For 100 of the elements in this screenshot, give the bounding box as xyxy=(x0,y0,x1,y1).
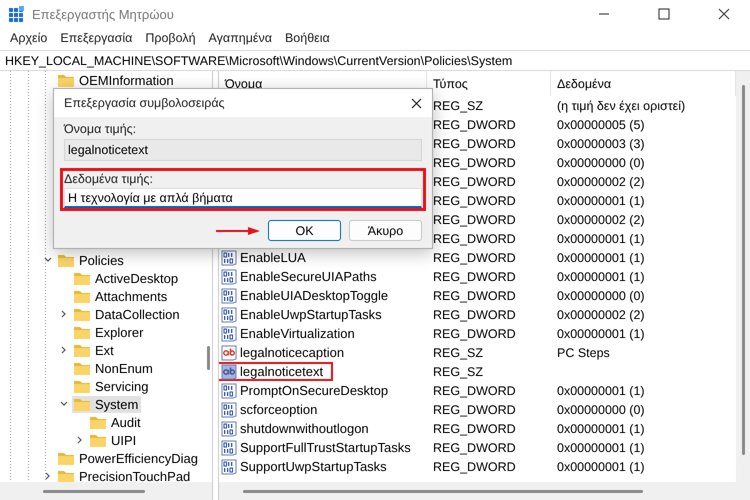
folder-icon xyxy=(58,74,74,86)
table-cell-text: 0x00000002 (2) xyxy=(556,212,646,226)
table-cell-text: REG_DWORD xyxy=(432,384,517,398)
folder-icon xyxy=(58,452,74,464)
folder-icon xyxy=(74,344,90,356)
table-cell-text: 0x00000001 (1) xyxy=(556,440,646,454)
tree-item[interactable]: System xyxy=(72,396,142,412)
chevron-down-icon[interactable] xyxy=(60,400,68,408)
tree-item[interactable]: UIPI xyxy=(88,432,140,448)
menu-item[interactable]: Προβολή xyxy=(139,31,202,45)
chevron-down-icon[interactable] xyxy=(44,256,52,264)
tree-item[interactable]: Policies xyxy=(56,252,127,268)
window-title: Επεξεργαστής Μητρώου xyxy=(32,6,175,22)
table-cell-text: 0x00000001 (1) xyxy=(556,460,646,474)
folder-icon xyxy=(74,398,90,410)
tree-item[interactable]: NonEnum xyxy=(72,360,156,376)
table-cell-text: REG_DWORD xyxy=(432,460,517,474)
menu-item[interactable]: Αρχείο xyxy=(4,31,54,45)
tree-item[interactable]: DataCollection xyxy=(72,306,183,322)
table-cell-text: REG_SZ xyxy=(432,364,484,378)
binary-value-icon xyxy=(221,268,237,284)
table-cell-text: 0x00000000 (0) xyxy=(556,288,646,302)
dialog-button[interactable]: Άκυρο xyxy=(349,220,422,241)
folder-icon xyxy=(74,380,90,392)
scrollbar-thumb[interactable] xyxy=(43,490,145,492)
tree-item[interactable]: ActiveDesktop xyxy=(72,270,182,286)
table-cell-text: REG_DWORD xyxy=(432,136,517,150)
field-label: Όνομα τιμής: xyxy=(64,122,138,136)
tree-item[interactable]: Attachments xyxy=(72,288,170,304)
table-cell[interactable]: scforceoption xyxy=(219,400,328,419)
folder-icon xyxy=(74,272,90,284)
address-bar[interactable]: HKEY_LOCAL_MACHINE\SOFTWARE\Microsoft\Windows\CurrentVersion\Policies\System xyxy=(0,50,750,71)
chevron-right-icon[interactable] xyxy=(60,310,68,318)
chevron-right-icon[interactable] xyxy=(44,472,52,480)
table-cell[interactable]: SupportUwpStartupTasks xyxy=(219,457,397,476)
table-cell-text: 0x00000001 (1) xyxy=(556,270,646,284)
table-cell[interactable]: EnableLUA xyxy=(219,248,316,267)
tree-item[interactable]: PrecisionTouchPad xyxy=(56,468,194,482)
scrollbar-thumb[interactable] xyxy=(243,490,643,492)
table-cell-text: REG_DWORD xyxy=(432,174,517,188)
table-cell-text: 0x00000001 (1) xyxy=(556,422,646,436)
binary-value-icon xyxy=(221,250,237,266)
folder-icon xyxy=(90,416,106,428)
table-cell[interactable]: shutdownwithoutlogon xyxy=(219,419,379,438)
value-data-field[interactable]: Η τεχνολογία με απλά βήματα xyxy=(64,188,422,208)
scrollbar-thumb[interactable] xyxy=(742,85,744,455)
table-cell[interactable]: PromptOnSecureDesktop xyxy=(219,381,398,400)
table-cell[interactable]: EnableVirtualization xyxy=(219,324,365,343)
tree-item[interactable]: Servicing xyxy=(72,378,152,394)
table-cell[interactable]: SupportFullTrustStartupTasks xyxy=(219,438,421,457)
folder-icon xyxy=(74,308,90,320)
string-value-icon xyxy=(221,364,237,380)
table-cell-text: REG_DWORD xyxy=(432,402,517,416)
field-label: Δεδομένα τιμής: xyxy=(64,172,154,186)
table-cell-text: REG_DWORD xyxy=(432,326,517,340)
table-cell-text: REG_DWORD xyxy=(432,212,517,226)
tree-item[interactable]: Ext xyxy=(72,342,117,358)
table-cell-text: REG_DWORD xyxy=(432,194,517,208)
table-cell-text: PC Steps xyxy=(556,346,611,360)
folder-icon xyxy=(74,326,90,338)
chevron-right-icon[interactable] xyxy=(60,346,68,354)
tree-item[interactable]: PowerEfficiencyDiag xyxy=(56,450,201,466)
table-cell[interactable]: legalnoticetext xyxy=(219,362,334,381)
binary-value-icon xyxy=(221,440,237,456)
string-value-icon xyxy=(221,344,237,360)
maximize-icon[interactable] xyxy=(658,8,670,20)
binary-value-icon xyxy=(221,458,237,474)
tree-item[interactable]: Explorer xyxy=(72,324,146,340)
table-cell-text: (η τιμή δεν έχει οριστεί) xyxy=(556,98,686,112)
table-cell[interactable]: EnableUwpStartupTasks xyxy=(219,305,392,324)
table-cell-text: REG_SZ xyxy=(432,346,484,360)
table-cell-text: REG_DWORD xyxy=(432,308,517,322)
folder-icon xyxy=(74,362,90,374)
scrollbar-thumb[interactable] xyxy=(206,346,210,370)
tree-item[interactable]: Audit xyxy=(88,414,144,430)
table-cell-text: 0x00000001 (1) xyxy=(556,384,646,398)
table-cell-text: REG_SZ xyxy=(432,98,484,112)
folder-icon xyxy=(58,470,74,482)
table-cell-text: 0x00000002 (2) xyxy=(556,174,646,188)
binary-value-icon xyxy=(221,420,237,436)
dialog-button[interactable]: OK xyxy=(268,220,341,241)
tree-item[interactable]: OEMInformation xyxy=(56,72,177,88)
table-cell-text: 0x00000002 (2) xyxy=(556,308,646,322)
menu-item[interactable]: Επεξεργασία xyxy=(54,31,138,45)
chevron-right-icon[interactable] xyxy=(76,436,84,444)
menu-item[interactable]: Αγαπημένα xyxy=(202,31,278,45)
menu-item[interactable]: Βοήθεια xyxy=(278,31,336,45)
close-icon[interactable] xyxy=(411,98,422,108)
table-cell-text: REG_DWORD xyxy=(432,270,517,284)
table-cell-text: 0x00000001 (1) xyxy=(556,194,646,208)
close-icon[interactable] xyxy=(718,8,730,20)
table-cell-text: REG_DWORD xyxy=(432,422,517,436)
table-cell-text: REG_DWORD xyxy=(432,156,517,170)
folder-icon xyxy=(90,434,106,446)
value-name-field[interactable]: legalnoticetext xyxy=(64,139,422,161)
dialog-title: Επεξεργασία συμβολοσειράς xyxy=(64,96,225,110)
table-cell[interactable]: legalnoticecaption xyxy=(219,343,354,362)
table-cell[interactable]: EnableUIADesktopToggle xyxy=(219,286,398,305)
binary-value-icon xyxy=(221,288,237,304)
table-cell[interactable]: EnableSecureUIAPaths xyxy=(219,267,387,286)
